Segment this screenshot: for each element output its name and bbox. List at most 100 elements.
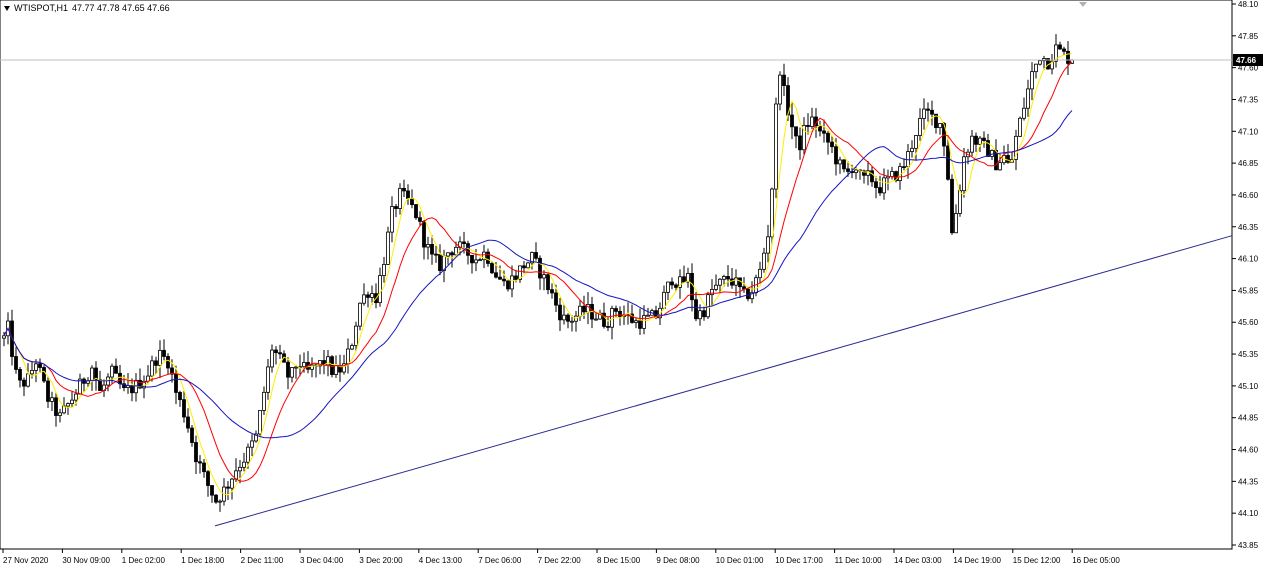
candle-body [638,320,642,329]
x-tick-label: 1 Dec 02:00 [122,556,166,565]
candle-body [1066,50,1070,64]
candle-body [610,308,614,328]
candle-body [726,276,730,280]
candle-body [490,263,494,274]
candle-body [58,412,62,416]
candle-body [470,254,474,264]
candle-body [1058,44,1062,50]
candle-body [438,253,442,271]
candle-body [826,132,830,143]
candle-body [330,356,334,375]
candle-body [642,315,646,329]
candle-body [226,486,230,489]
candle-body [694,299,698,320]
candle-body [174,373,178,393]
candle-body [446,252,450,257]
y-tick-label: 45.60 [1238,318,1259,327]
candle-body [810,116,814,127]
candle-body [614,308,618,312]
y-tick-label: 44.60 [1238,446,1259,455]
candle-body [738,277,742,288]
x-tick-label: 4 Dec 13:00 [419,556,463,565]
candle-body [14,356,18,370]
candle-body [50,397,54,402]
symbol-label: WTISPOT,H1 [14,3,69,13]
candle-body [702,310,706,318]
candle-body [746,288,750,300]
x-tick-label: 1 Dec 18:00 [181,556,225,565]
candle-body [154,360,158,366]
candle-body [166,356,170,369]
candle-body [910,147,914,152]
candle-body [974,135,978,145]
candle-body [30,370,34,375]
price-chart[interactable]: 47.66 48.1047.8547.6047.3547.1046.8546.6… [0,0,1270,570]
candle-body [290,367,294,378]
y-tick-label: 44.85 [1238,414,1259,423]
candle-body [382,264,386,276]
candle-body [846,168,850,172]
candle-body [38,363,42,368]
candle-body [878,187,882,194]
candle-body [822,130,826,134]
candle-body [594,318,598,321]
candle-body [578,305,582,317]
y-tick-label: 44.35 [1238,477,1259,486]
candle-body [930,109,934,115]
candle-body [958,190,962,214]
x-tick-label: 7 Dec 06:00 [478,556,522,565]
candle-body [426,244,430,248]
x-tick-label: 14 Dec 19:00 [953,556,1001,565]
x-tick-label: 8 Dec 15:00 [597,556,641,565]
candle-body [42,367,46,382]
x-axis: 27 Nov 2020 30 Nov 09:00 1 Dec 02:00 1 Dec … [2,549,1120,565]
candle-body [854,169,858,173]
candle-body [150,360,154,377]
candle-body [790,114,794,128]
x-tick-label: 10 Dec 01:00 [716,556,764,565]
candle-body [938,123,942,129]
candle-body [950,178,954,234]
candle-body [794,126,798,137]
candle-body [186,416,190,429]
candle-body [870,170,874,183]
candle-body [990,149,994,157]
candle-body [998,162,1002,171]
candle-body [266,366,270,393]
candle-body [118,372,122,385]
candle-body [230,478,234,489]
candle-body [902,166,906,169]
candle-body [1026,88,1030,109]
candle-body [582,305,586,313]
candle-body [162,349,166,357]
candle-body [538,257,542,279]
candle-body [378,275,382,304]
candle-body [346,348,350,365]
candle-body [202,462,206,473]
candle-body [1022,107,1026,119]
candle-body [70,399,74,405]
symbol-info-bar: WTISPOT,H1 47.77 47.78 47.65 47.66 [4,3,170,13]
candle-body [358,302,362,327]
x-tick-label: 16 Dec 05:00 [1072,556,1120,565]
candle-body [502,278,506,282]
candle-body [214,494,218,503]
candle-body [666,281,670,293]
candle-body [834,146,838,165]
candle-body [494,272,498,278]
y-tick-label: 45.85 [1238,286,1259,295]
x-tick-label: 27 Nov 2020 [3,556,49,565]
x-tick-label: 3 Dec 04:00 [300,556,344,565]
candle-body [982,137,986,141]
y-tick-label: 46.10 [1238,255,1259,264]
candle-body [474,259,478,264]
candle-body [362,294,366,304]
candle-body [2,335,6,339]
dropdown-triangle-icon[interactable] [4,5,10,11]
candle-body [1030,71,1034,90]
candle-body [414,204,418,219]
candle-body [334,365,338,375]
candle-body [246,446,250,463]
candle-body [946,145,950,180]
candle-body [918,118,922,136]
